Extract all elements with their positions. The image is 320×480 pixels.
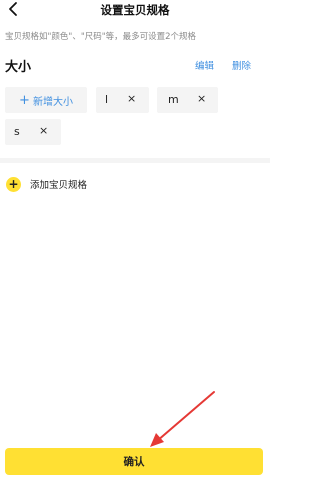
size-chip-l: l × <box>96 87 149 113</box>
add-size-value-label: 新增大小 <box>32 96 73 108</box>
section-divider <box>0 158 270 163</box>
plus-icon: + <box>19 92 30 108</box>
nav-bar: 设置宝贝规格 <box>0 0 270 20</box>
size-chip-value: l <box>105 93 109 106</box>
remove-icon[interactable]: × <box>127 92 136 106</box>
spec-group-header: 大小 编辑 删除 <box>0 54 270 76</box>
add-size-value-button[interactable]: + 新增大小 <box>5 87 87 113</box>
remove-icon[interactable]: × <box>39 124 48 138</box>
confirm-button[interactable]: 确认 <box>5 448 263 475</box>
add-spec-label: 添加宝贝规格 <box>30 180 88 191</box>
size-chip-m: m × <box>157 87 218 113</box>
add-spec-button[interactable]: + 添加宝贝规格 <box>6 175 87 193</box>
size-chip-value: s <box>14 125 20 138</box>
page-title: 设置宝贝规格 <box>100 3 170 17</box>
delete-link[interactable]: 删除 <box>232 58 251 72</box>
add-circle-icon: + <box>6 176 21 192</box>
size-chip-value: m <box>168 93 179 106</box>
spec-hint-text: 宝贝规格如"颜色"、"尺码"等，最多可设置2个规格 <box>5 32 197 42</box>
remove-icon[interactable]: × <box>197 92 206 106</box>
size-chip-s: s × <box>5 119 61 145</box>
spec-group-title: 大小 <box>5 60 32 75</box>
edit-link[interactable]: 编辑 <box>195 58 214 72</box>
